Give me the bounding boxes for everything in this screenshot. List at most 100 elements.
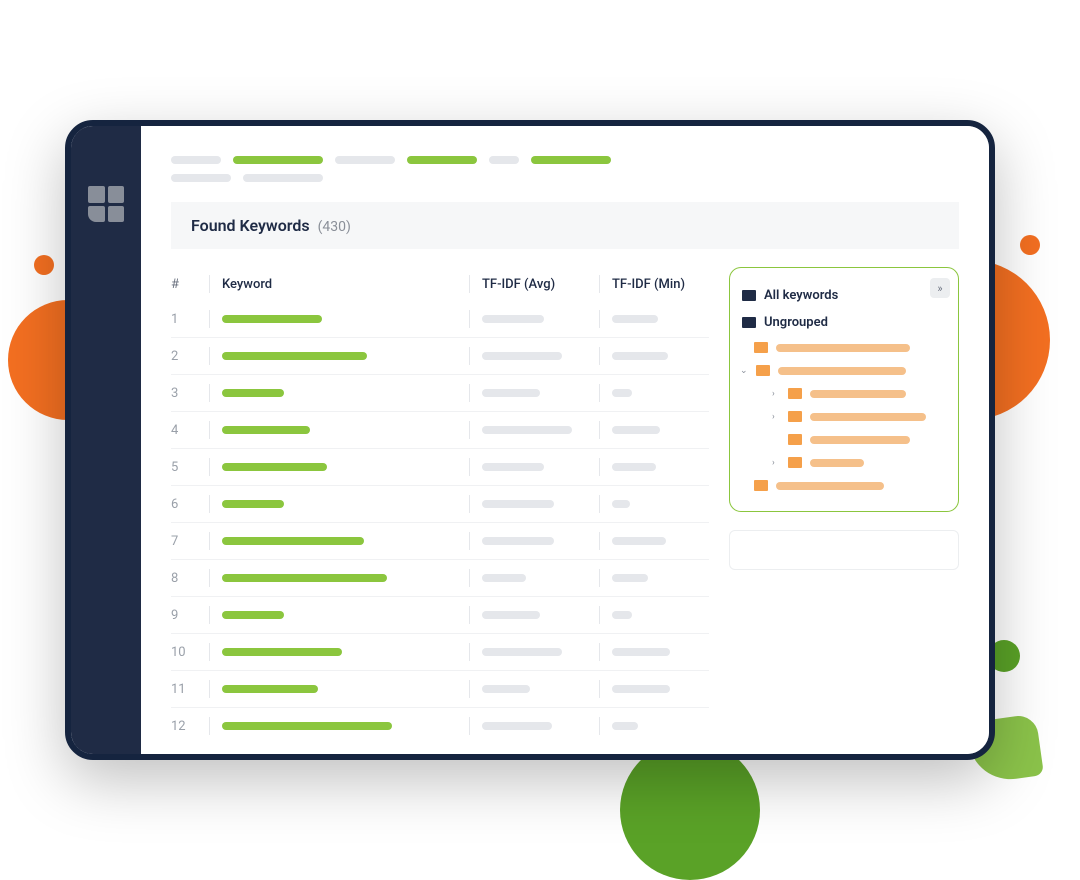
avg-bar	[482, 685, 530, 693]
folder-item[interactable]: ›	[742, 405, 946, 428]
avg-bar	[482, 426, 572, 434]
keyword-bar	[222, 722, 392, 730]
deco-circle	[620, 740, 760, 880]
folder-item[interactable]: ›	[742, 451, 946, 474]
folder-ungrouped[interactable]: Ungrouped	[742, 309, 946, 336]
table-row[interactable]: 2	[171, 338, 709, 375]
folder-label-placeholder	[810, 436, 910, 444]
avg-bar	[482, 463, 544, 471]
min-bar	[612, 648, 670, 656]
folder-icon	[742, 317, 756, 328]
table-row[interactable]: 12	[171, 708, 709, 744]
collapse-button[interactable]: »	[930, 278, 950, 298]
min-bar	[612, 500, 630, 508]
min-bar	[612, 611, 632, 619]
folder-icon	[754, 480, 768, 491]
table-row[interactable]: 1	[171, 301, 709, 338]
keywords-table: # Keyword TF-IDF (Avg) TF-IDF (Min) 1234…	[171, 267, 709, 744]
crumb-placeholder	[531, 156, 611, 164]
panel-footer-box	[729, 530, 959, 570]
min-bar	[612, 722, 638, 730]
folder-label-placeholder	[776, 344, 910, 352]
folder-item[interactable]	[742, 428, 946, 451]
folder-icon	[788, 388, 802, 399]
table-row[interactable]: 5	[171, 449, 709, 486]
chevron-right-icon: ›	[772, 389, 780, 399]
avg-bar	[482, 648, 562, 656]
row-index: 3	[171, 386, 209, 401]
min-bar	[612, 574, 648, 582]
crumb-placeholder	[407, 156, 477, 164]
keyword-bar	[222, 537, 364, 545]
col-min: TF-IDF (Min)	[612, 277, 685, 292]
table-row[interactable]: 9	[171, 597, 709, 634]
keyword-bar	[222, 500, 284, 508]
col-index: #	[171, 277, 209, 292]
crumb-placeholder	[233, 156, 323, 164]
folder-label-placeholder	[810, 459, 864, 467]
breadcrumb-sub	[171, 174, 959, 182]
keyword-bar	[222, 611, 284, 619]
row-index: 2	[171, 349, 209, 364]
folder-item[interactable]: ⌄	[742, 359, 946, 382]
row-index: 8	[171, 571, 209, 586]
min-bar	[612, 426, 660, 434]
sidebar	[71, 126, 141, 754]
folder-label-placeholder	[810, 390, 906, 398]
table-row[interactable]: 10	[171, 634, 709, 671]
chevron-down-icon: ⌄	[740, 366, 748, 376]
folder-label: Ungrouped	[764, 315, 828, 330]
table-row[interactable]: 7	[171, 523, 709, 560]
table-row[interactable]: 11	[171, 671, 709, 708]
row-index: 12	[171, 719, 209, 734]
row-index: 7	[171, 534, 209, 549]
folder-all-keywords[interactable]: All keywords	[742, 282, 946, 309]
folder-label-placeholder	[778, 367, 906, 375]
avg-bar	[482, 389, 540, 397]
row-index: 4	[171, 423, 209, 438]
app-frame: Found Keywords (430) # Keyword TF-IDF (A…	[65, 120, 995, 760]
breadcrumb	[171, 156, 959, 164]
table-row[interactable]: 4	[171, 412, 709, 449]
crumb-placeholder	[335, 156, 395, 164]
row-index: 5	[171, 460, 209, 475]
main-content: Found Keywords (430) # Keyword TF-IDF (A…	[141, 126, 989, 754]
folder-label-placeholder	[776, 482, 884, 490]
keyword-bar	[222, 389, 284, 397]
folder-item[interactable]: ›	[742, 382, 946, 405]
avg-bar	[482, 315, 544, 323]
crumb-placeholder	[171, 156, 221, 164]
keyword-bar	[222, 574, 387, 582]
min-bar	[612, 537, 666, 545]
row-index: 1	[171, 312, 209, 327]
avg-bar	[482, 611, 540, 619]
table-row[interactable]: 6	[171, 486, 709, 523]
keyword-bar	[222, 648, 342, 656]
crumb-placeholder	[171, 174, 231, 182]
avg-bar	[482, 352, 562, 360]
app-logo-icon	[88, 186, 124, 222]
folder-label: All keywords	[764, 288, 838, 303]
folder-item[interactable]	[742, 336, 946, 359]
deco-circle	[1020, 235, 1040, 255]
min-bar	[612, 685, 670, 693]
min-bar	[612, 389, 632, 397]
folder-item[interactable]	[742, 474, 946, 497]
table-row[interactable]: 3	[171, 375, 709, 412]
chevron-right-icon: ›	[772, 412, 780, 422]
col-keyword: Keyword	[222, 277, 272, 292]
row-index: 6	[171, 497, 209, 512]
row-index: 11	[171, 682, 209, 697]
min-bar	[612, 315, 658, 323]
keyword-bar	[222, 685, 318, 693]
table-row[interactable]: 8	[171, 560, 709, 597]
table-header-row: # Keyword TF-IDF (Avg) TF-IDF (Min)	[171, 267, 709, 301]
folder-icon	[788, 457, 802, 468]
min-bar	[612, 463, 656, 471]
chevron-right-icon: ›	[772, 458, 780, 468]
folder-icon	[754, 342, 768, 353]
avg-bar	[482, 722, 552, 730]
avg-bar	[482, 574, 526, 582]
row-index: 9	[171, 608, 209, 623]
crumb-placeholder	[489, 156, 519, 164]
